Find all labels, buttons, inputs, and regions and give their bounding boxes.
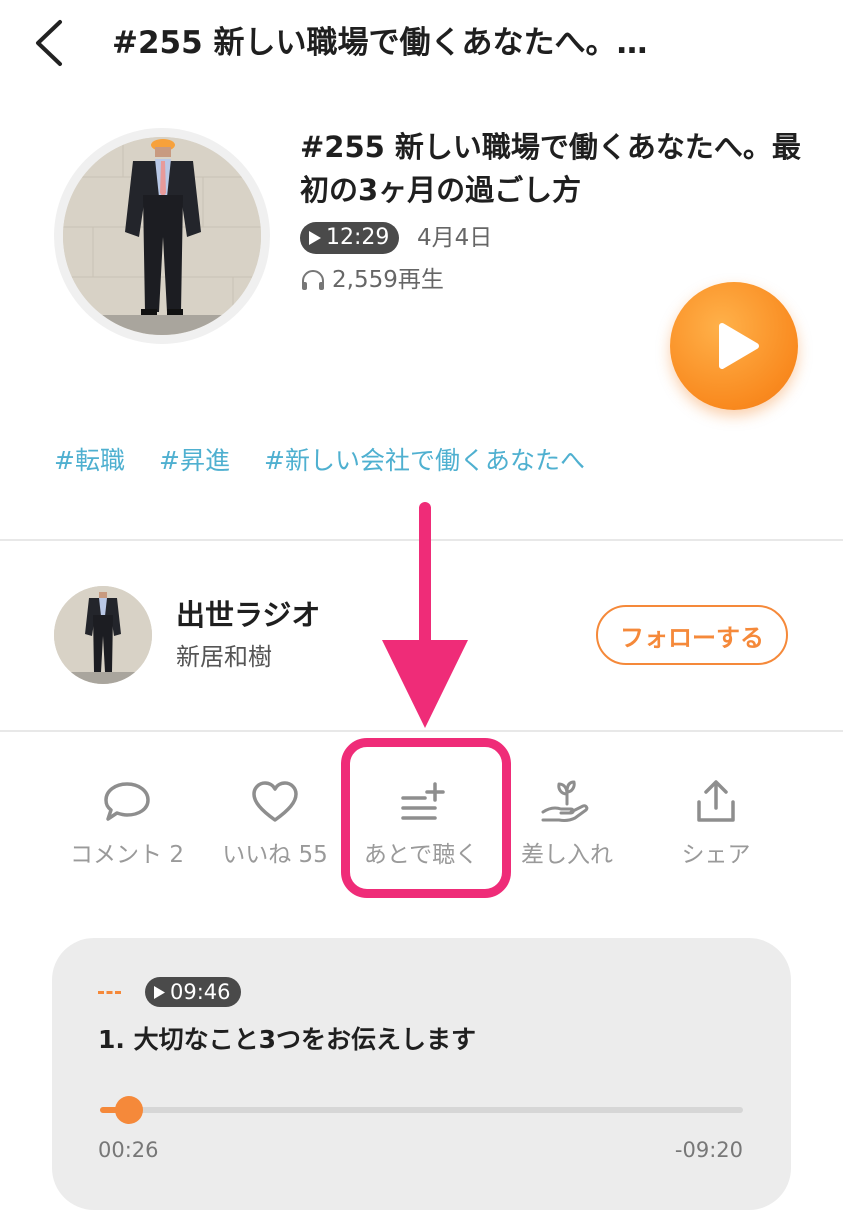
episode-cover-image: [63, 137, 261, 335]
comment-label: コメント 2: [70, 842, 184, 868]
comment-icon: [104, 782, 150, 821]
annotation-arrow: [382, 502, 468, 728]
play-count: 2,559再生: [300, 264, 444, 296]
duration-text: 12:29: [326, 225, 390, 250]
episode-date: 4月4日: [417, 225, 493, 251]
headphones-icon: [302, 270, 324, 290]
back-button[interactable]: [28, 18, 76, 68]
divider: [0, 730, 843, 732]
like-button[interactable]: いいね 55: [195, 778, 355, 870]
play-button[interactable]: [670, 282, 798, 410]
gift-button[interactable]: 差し入れ: [487, 778, 647, 870]
chapter-duration-badge: 09:46: [145, 977, 241, 1007]
tag-link[interactable]: #新しい会社で働くあなたへ: [264, 444, 585, 478]
chevron-left-icon: [36, 20, 62, 66]
progress-thumb[interactable]: [115, 1096, 143, 1124]
share-button[interactable]: シェア: [636, 778, 796, 870]
tag-link[interactable]: #昇進: [159, 444, 230, 478]
hand-sprout-icon: [541, 780, 589, 822]
play-icon: [719, 323, 759, 369]
channel-name[interactable]: 出世ラジオ: [176, 596, 320, 634]
follow-button[interactable]: フォローする: [596, 605, 788, 665]
gift-label: 差し入れ: [521, 842, 613, 868]
play-triangle-icon: [154, 985, 165, 999]
like-label: いいね 55: [222, 842, 328, 868]
channel-avatar[interactable]: [54, 586, 152, 684]
share-label: シェア: [681, 842, 751, 868]
share-icon: [697, 780, 735, 822]
play-triangle-icon: [309, 231, 321, 245]
divider: [0, 539, 843, 541]
remaining-time: -09:20: [674, 1138, 743, 1162]
channel-author: 新居和樹: [176, 643, 272, 671]
listen-later-button[interactable]: あとで聴く: [341, 778, 501, 870]
playlist-add-icon: [401, 782, 445, 820]
progress-track[interactable]: [100, 1107, 743, 1113]
tag-link[interactable]: #転職: [54, 444, 125, 478]
chapter-title: 1. 大切なこと3つをお伝えします: [98, 1025, 476, 1054]
duration-badge: 12:29: [300, 222, 400, 254]
listen-later-label: あとで聴く: [363, 842, 479, 868]
elapsed-time: 00:26: [98, 1138, 159, 1162]
heart-icon: [252, 781, 298, 822]
comment-button[interactable]: コメント 2: [47, 778, 207, 870]
chapter-duration-text: 09:46: [170, 980, 231, 1004]
header-title: #255 新しい職場で働くあなたへ。…: [112, 25, 648, 61]
episode-title: #255 新しい職場で働くあなたへ。最初の3ヶ月の過ごし方: [300, 130, 801, 207]
chapter-marker: [98, 991, 121, 997]
play-count-text: 2,559再生: [332, 267, 444, 293]
